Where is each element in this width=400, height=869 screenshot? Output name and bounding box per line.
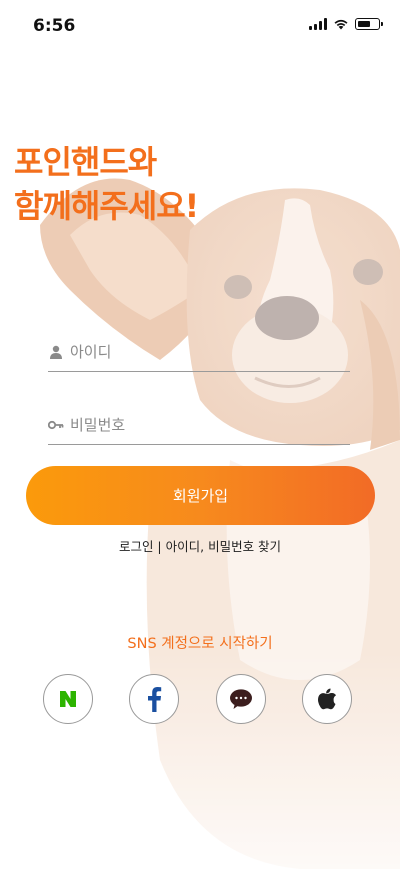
- login-link[interactable]: 로그인: [119, 539, 154, 554]
- battery-icon: [355, 18, 383, 30]
- kakao-login-button[interactable]: [216, 674, 266, 724]
- password-input[interactable]: [70, 415, 330, 434]
- user-icon: [48, 344, 64, 360]
- status-icons: [309, 18, 383, 30]
- signup-button[interactable]: 회원가입: [26, 466, 375, 525]
- wifi-icon: [334, 19, 348, 30]
- kakao-talk-icon: [230, 689, 252, 709]
- status-bar: 6:56: [0, 0, 400, 54]
- sns-login-buttons: [0, 674, 400, 724]
- facebook-login-button[interactable]: [129, 674, 179, 724]
- password-field: [48, 405, 350, 445]
- cellular-signal-icon: [309, 18, 327, 30]
- key-icon: [48, 417, 64, 433]
- id-field: [48, 332, 350, 372]
- page-title: 포인핸드와 함께해주세요!: [14, 140, 199, 228]
- naver-icon: [60, 691, 76, 707]
- title-line-1: 포인핸드와: [14, 143, 157, 181]
- apple-icon: [317, 688, 337, 710]
- id-input[interactable]: [70, 342, 330, 361]
- naver-login-button[interactable]: [43, 674, 93, 724]
- apple-login-button[interactable]: [302, 674, 352, 724]
- find-account-link[interactable]: 아이디, 비밀번호 찾기: [166, 539, 281, 554]
- facebook-icon: [148, 687, 162, 712]
- links-separator: |: [153, 539, 166, 554]
- status-time: 6:56: [33, 16, 76, 36]
- sns-section-title: SNS 계정으로 시작하기: [127, 636, 273, 652]
- signup-screen: 6:56 포인핸드와 함께해주세요! 아이디 회원가입 로그인 | 아이디, 비…: [0, 0, 400, 869]
- auth-links: 로그인 | 아이디, 비밀번호 찾기: [0, 536, 400, 555]
- title-line-2: 함께해주세요!: [14, 187, 199, 225]
